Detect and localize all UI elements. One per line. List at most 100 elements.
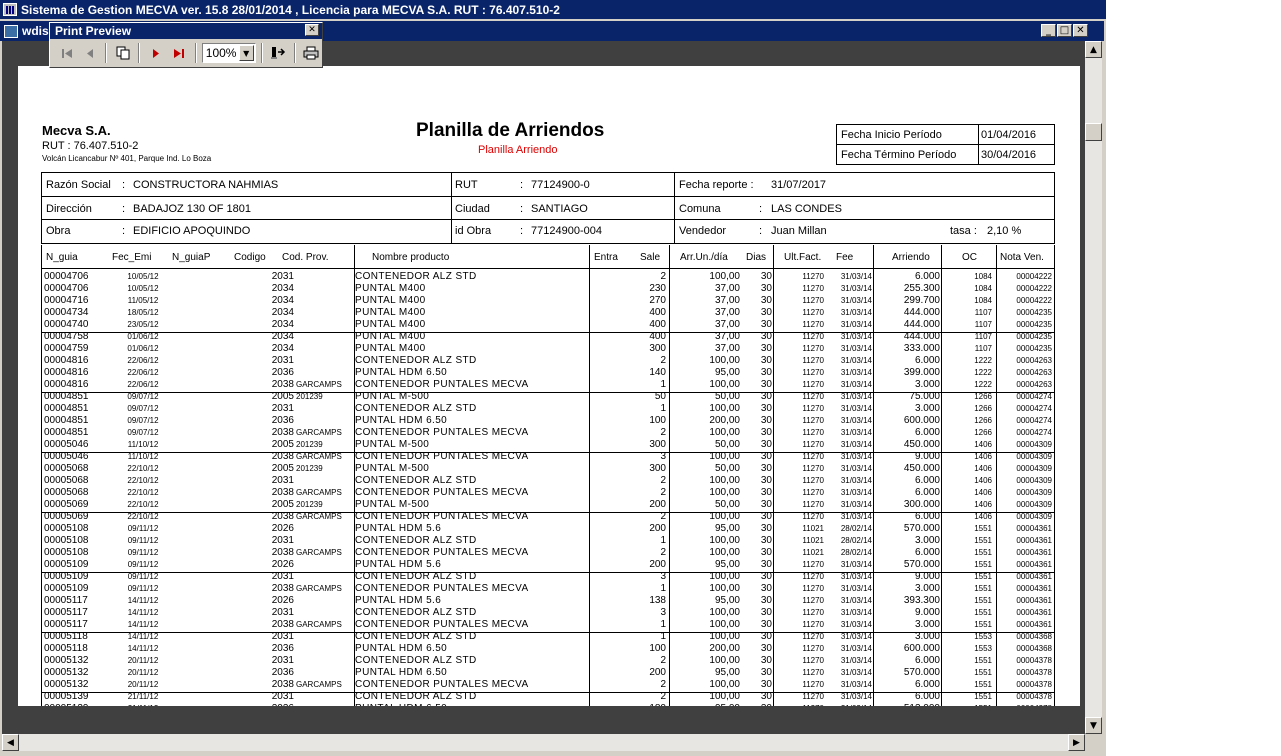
table-row[interactable]: 00004851 09/07/12 2038 GARCAMPS CONTENEDOR P… bbox=[42, 427, 1054, 439]
horizontal-scrollbar[interactable]: ◀ ▶ bbox=[2, 734, 1085, 751]
table-cell: 2005 bbox=[271, 463, 294, 474]
table-row[interactable]: 00005069 22/10/12 2038 GARCAMPS CONTENEDOR P… bbox=[42, 511, 1054, 523]
scroll-thumb[interactable] bbox=[1085, 123, 1102, 141]
scroll-right-icon[interactable]: ▶ bbox=[1068, 734, 1085, 751]
column-header: Cod. Prov. bbox=[282, 252, 329, 263]
rut-label: RUT bbox=[455, 179, 478, 191]
table-row[interactable]: 00005118 14/11/12 2036 PUNTAL HDM 6.50 100 20… bbox=[42, 643, 1054, 655]
table-row[interactable]: 00004734 18/05/12 2034 PUNTAL M400 400 37,00 3… bbox=[42, 307, 1054, 319]
table-cell: 2038 bbox=[271, 547, 294, 558]
table-cell: 30 bbox=[760, 559, 772, 570]
table-cell: 50,00 bbox=[714, 463, 740, 474]
table-row[interactable]: 00004706 10/05/12 2031 CONTENEDOR ALZ STD 2 1… bbox=[42, 271, 1054, 283]
table-cell: 00004361 bbox=[1016, 536, 1052, 545]
table-cell: 1107 bbox=[974, 344, 992, 353]
table-row[interactable]: 00004816 22/06/12 2038 GARCAMPS CONTENEDOR P… bbox=[42, 379, 1054, 391]
table-cell: 200 bbox=[649, 667, 666, 678]
scroll-left-icon[interactable]: ◀ bbox=[2, 734, 19, 751]
multi-page-button[interactable] bbox=[112, 42, 133, 64]
table-row[interactable]: 00004816 22/06/12 2036 PUNTAL HDM 6.50 140 95… bbox=[42, 367, 1054, 379]
table-row[interactable]: 00004740 23/05/12 2034 PUNTAL M400 400 37,00 3… bbox=[42, 319, 1054, 331]
table-cell: 00004851 bbox=[44, 403, 89, 414]
table-row[interactable]: 00005069 22/10/12 2005 201239 PUNTAL M-500 20… bbox=[42, 499, 1054, 511]
scroll-up-icon[interactable]: ▲ bbox=[1085, 41, 1102, 58]
table-cell: 2031 bbox=[271, 655, 294, 666]
table-cell: 11270 bbox=[802, 344, 824, 353]
table-row[interactable]: 00004758 01/06/12 2034 PUNTAL M400 400 37,00 3… bbox=[42, 331, 1054, 343]
first-page-button[interactable] bbox=[56, 42, 77, 64]
table-row[interactable]: 00005068 22/10/12 2005 201239 PUNTAL M-500 30… bbox=[42, 463, 1054, 475]
maximize-button[interactable]: □ bbox=[1057, 24, 1072, 37]
table-row[interactable]: 0000513921/11/12 2036 PUNTAL HDM 6.50 180 95… bbox=[42, 703, 1054, 706]
table-row[interactable]: 00005117 14/11/12 2026 PUNTAL HDM 5.6 138 95,… bbox=[42, 595, 1054, 607]
table-row[interactable]: 00005108 09/11/12 2038 GARCAMPS CONTENEDOR P… bbox=[42, 547, 1054, 559]
table-row[interactable]: 00005046 11/10/12 2005 201239 PUNTAL M-500 30… bbox=[42, 439, 1054, 451]
table-cell: 30 bbox=[760, 595, 772, 606]
table-cell: 00004706 bbox=[44, 271, 89, 282]
table-cell: CONTENEDOR PUNTALES MECVA bbox=[355, 511, 529, 522]
printer-icon bbox=[303, 46, 319, 60]
table-cell: 31/03/14 bbox=[840, 644, 872, 653]
table-cell: 30 bbox=[760, 487, 772, 498]
next-page-icon bbox=[153, 48, 160, 58]
last-page-button[interactable] bbox=[169, 42, 190, 64]
table-row[interactable]: 00005046 11/10/12 2038 GARCAMPS CONTENEDOR P… bbox=[42, 451, 1054, 463]
scroll-down-icon[interactable]: ▼ bbox=[1085, 717, 1102, 734]
table-row[interactable]: 00005132 20/11/12 2038 GARCAMPS CONTENEDOR P… bbox=[42, 679, 1054, 691]
table-row[interactable]: 00005109 09/11/12 2038 GARCAMPS CONTENEDOR P… bbox=[42, 583, 1054, 595]
table-cell: 9.000 bbox=[914, 571, 940, 582]
print-button[interactable] bbox=[301, 42, 322, 64]
table-row[interactable]: 00004851 09/07/12 2005 201239 PUNTAL M-500 50… bbox=[42, 391, 1054, 403]
table-cell: 100,00 bbox=[709, 583, 740, 594]
table-row[interactable]: 00005109 09/11/12 2031 CONTENEDOR ALZ STD 3 1… bbox=[42, 571, 1054, 583]
window-icon bbox=[4, 24, 18, 38]
table-row[interactable]: 00005132 20/11/12 2036 PUNTAL HDM 6.50 200 95… bbox=[42, 667, 1054, 679]
table-row[interactable]: 00004851 09/07/12 2031 CONTENEDOR ALZ STD 1 1… bbox=[42, 403, 1054, 415]
table-cell: CONTENEDOR ALZ STD bbox=[355, 691, 477, 702]
table-row[interactable]: 00005139 21/11/12 2031 CONTENEDOR ALZ STD 2 1… bbox=[42, 691, 1054, 703]
table-cell: 100,00 bbox=[709, 571, 740, 582]
table-row[interactable]: 00004716 11/05/12 2034 PUNTAL M400 270 37,00 3… bbox=[42, 295, 1054, 307]
table-cell: 2034 bbox=[271, 343, 294, 354]
table-cell: GARCAMPS bbox=[296, 428, 342, 437]
table-cell: 30 bbox=[740, 703, 772, 706]
table-cell: 31/03/14 bbox=[840, 584, 872, 593]
next-page-button[interactable] bbox=[145, 42, 166, 64]
table-cell: 09/11/12 bbox=[127, 524, 159, 533]
table-row[interactable]: 00004851 09/07/12 2036 PUNTAL HDM 6.50 100 20… bbox=[42, 415, 1054, 427]
table-row[interactable]: 00005117 14/11/12 2031 CONTENEDOR ALZ STD 3 1… bbox=[42, 607, 1054, 619]
table-row[interactable]: 00005109 09/11/12 2026 PUNTAL HDM 5.6 200 95,… bbox=[42, 559, 1054, 571]
table-row[interactable]: 00005132 20/11/12 2031 CONTENEDOR ALZ STD 2 1… bbox=[42, 655, 1054, 667]
table-cell: 6.000 bbox=[914, 355, 940, 366]
table-row[interactable]: 00005108 09/11/12 2031 CONTENEDOR ALZ STD 1 1… bbox=[42, 535, 1054, 547]
table-cell: 30 bbox=[760, 319, 772, 330]
print-preview-title-bar[interactable]: Print Preview ✕ bbox=[50, 23, 322, 39]
vertical-scrollbar[interactable]: ▲ ▼ bbox=[1085, 41, 1102, 734]
table-row[interactable]: 00004759 01/06/12 2034 PUNTAL M400 300 37,00 3… bbox=[42, 343, 1054, 355]
table-cell: 1266 bbox=[974, 392, 992, 401]
table-cell: CONTENEDOR PUNTALES MECVA bbox=[355, 451, 529, 462]
table-row[interactable]: 00005117 14/11/12 2038 GARCAMPS CONTENEDOR P… bbox=[42, 619, 1054, 631]
table-row[interactable]: 00005108 09/11/12 2026 PUNTAL HDM 5.6 200 95,… bbox=[42, 523, 1054, 535]
prev-page-button[interactable] bbox=[79, 42, 100, 64]
rut-value: 77124900-0 bbox=[531, 179, 590, 191]
chevron-down-icon[interactable]: ▼ bbox=[238, 45, 254, 61]
table-row[interactable]: 00005118 14/11/12 2031 CONTENEDOR ALZ STD 1 1… bbox=[42, 631, 1054, 643]
table-row[interactable]: 00004706 10/05/12 2034 PUNTAL M400 230 37,00 3… bbox=[42, 283, 1054, 295]
column-header: Entra bbox=[594, 252, 618, 263]
table-cell: 30 bbox=[760, 547, 772, 558]
print-preview-close-button[interactable]: ✕ bbox=[305, 24, 319, 36]
table-row[interactable]: 00005068 22/10/12 2038 GARCAMPS CONTENEDOR P… bbox=[42, 487, 1054, 499]
table-cell: 2031 bbox=[271, 571, 294, 582]
table-cell: 31/03/14 bbox=[840, 392, 872, 401]
table-row[interactable]: 00005068 22/10/12 2031 CONTENEDOR ALZ STD 2 1… bbox=[42, 475, 1054, 487]
table-cell: 10/05/12 bbox=[127, 284, 159, 293]
table-cell: 00004274 bbox=[1016, 392, 1052, 401]
table-row[interactable]: 00004816 22/06/12 2031 CONTENEDOR ALZ STD 2 1… bbox=[42, 355, 1054, 367]
table-body: 00004706 10/05/12 2031 CONTENEDOR ALZ STD 2 1… bbox=[42, 269, 1054, 706]
close-button[interactable]: ✕ bbox=[1073, 24, 1088, 37]
export-button[interactable] bbox=[268, 42, 289, 64]
obra-value: EDIFICIO APOQUINDO bbox=[133, 225, 251, 237]
minimize-button[interactable]: _ bbox=[1041, 24, 1056, 37]
zoom-select[interactable]: 100% ▼ bbox=[201, 43, 256, 63]
